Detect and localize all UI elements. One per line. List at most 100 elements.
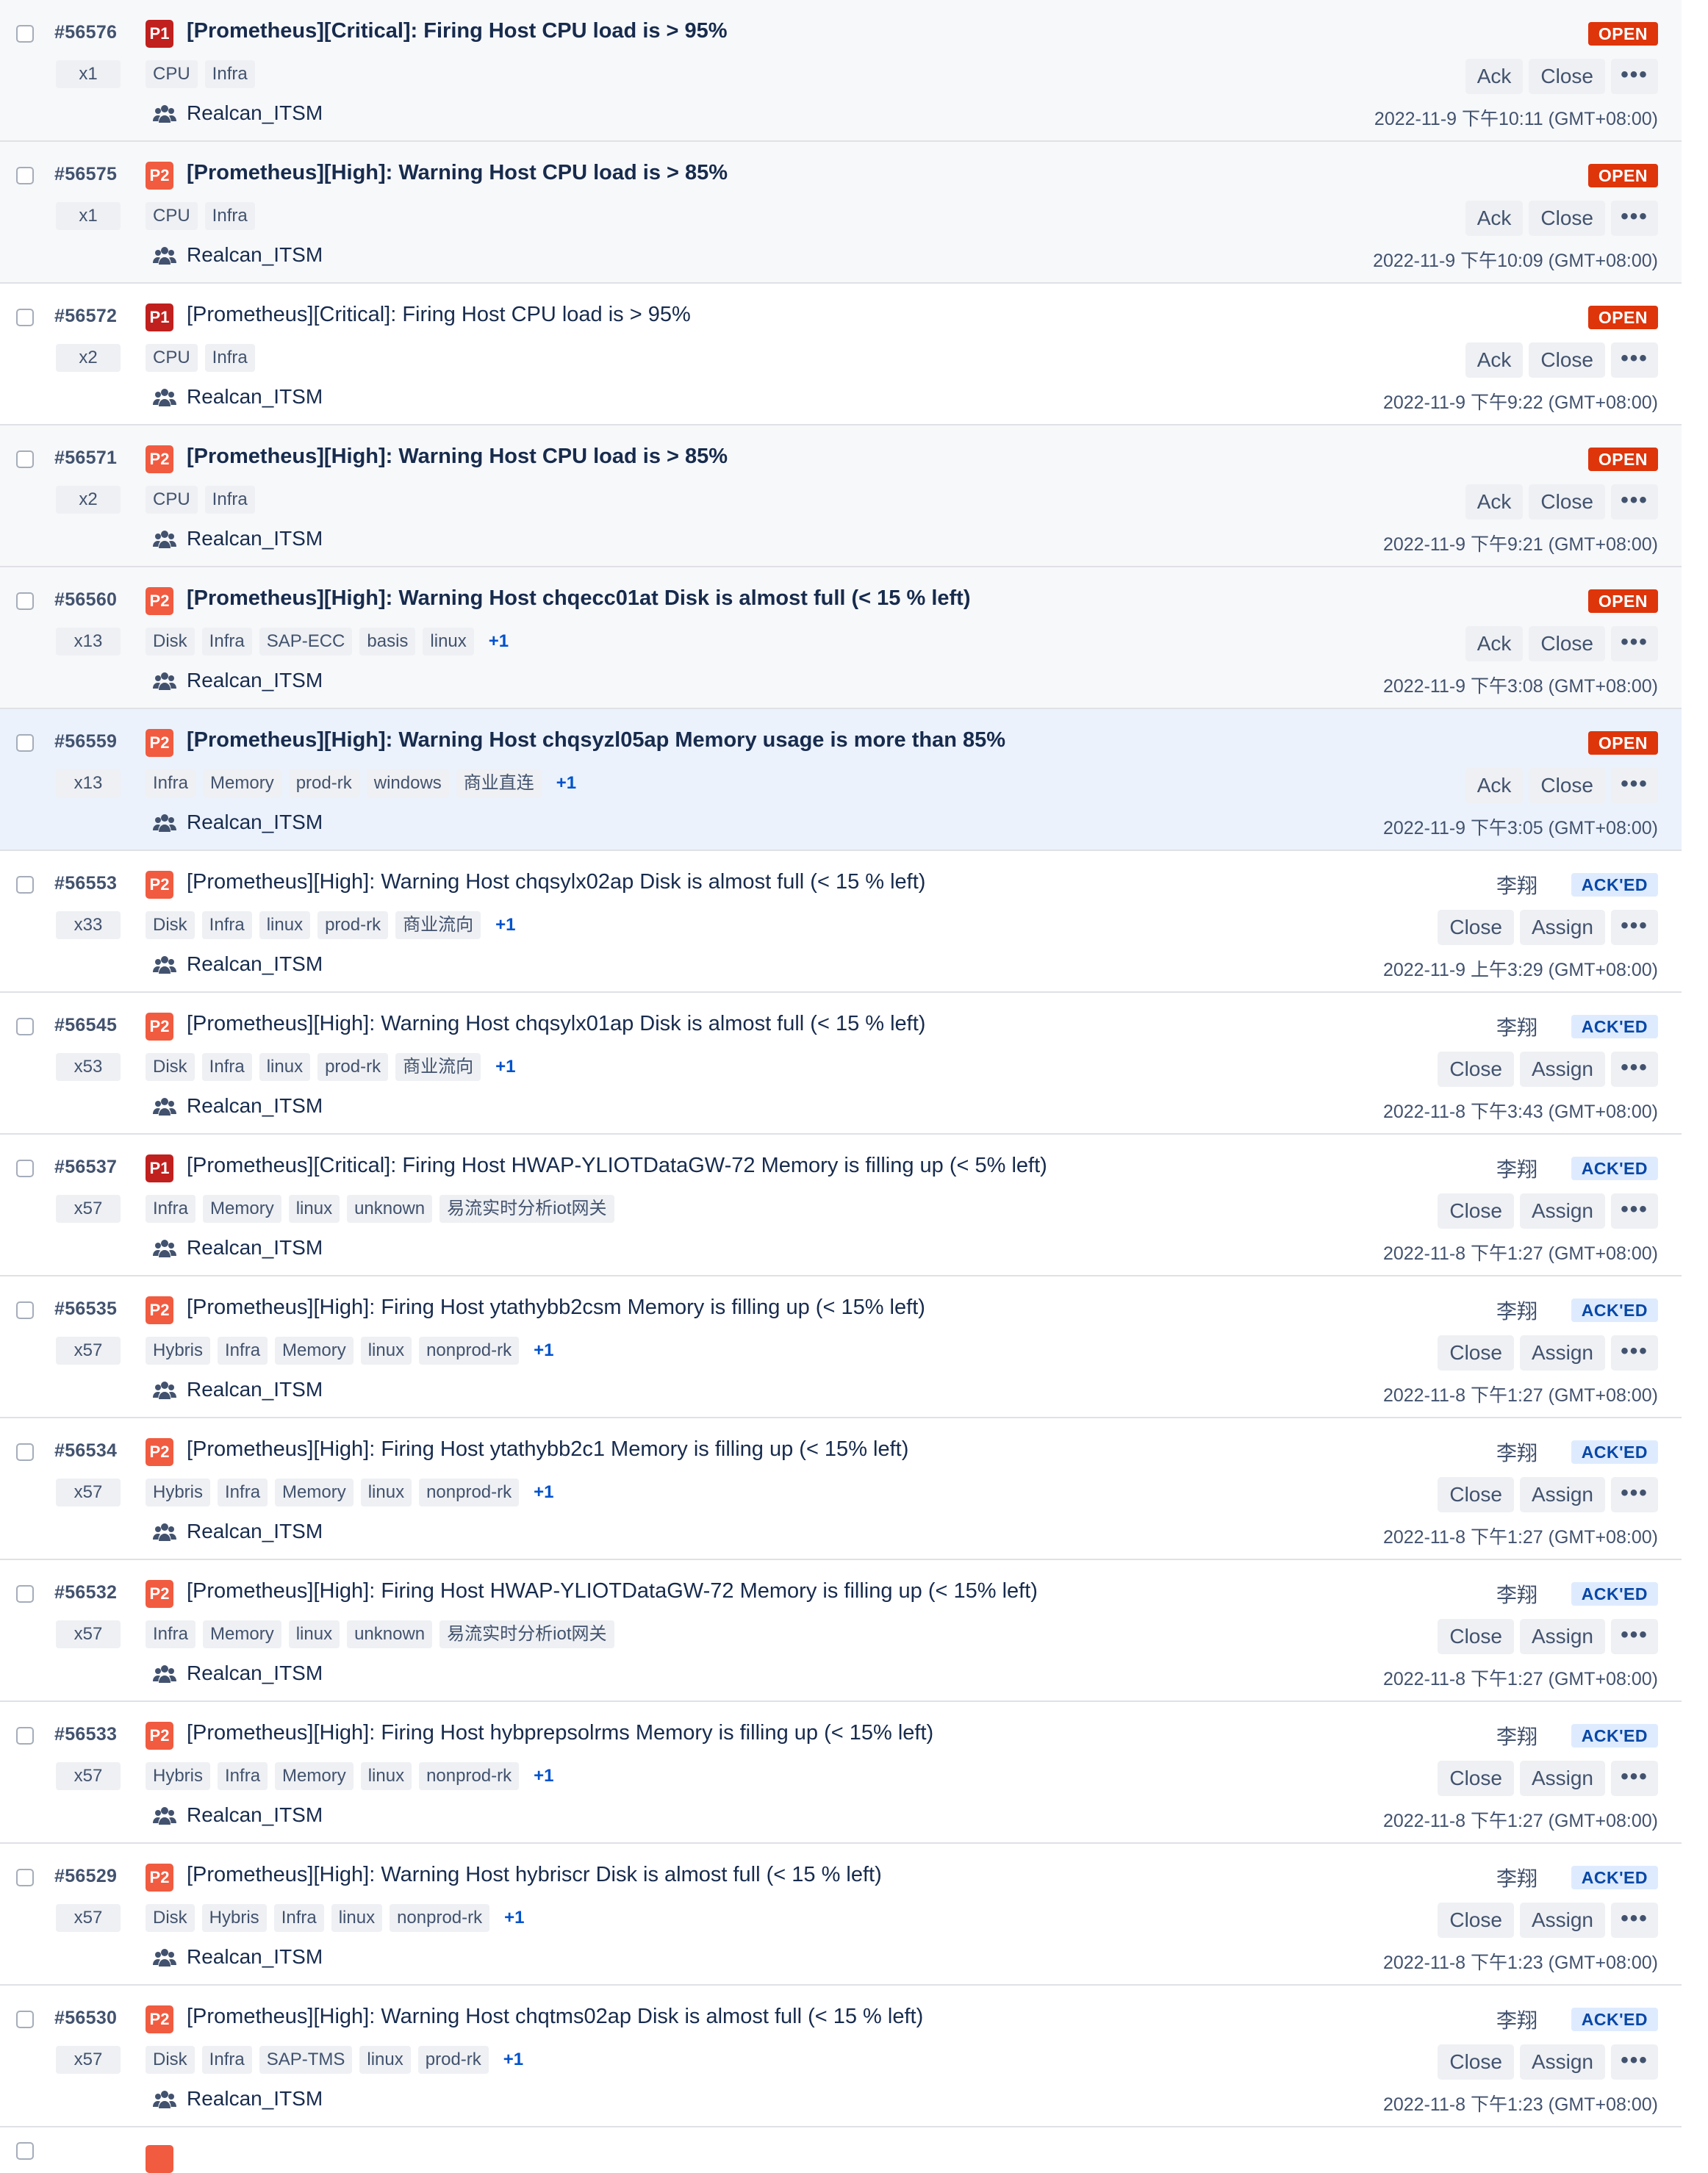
close-button[interactable]: Close [1529,59,1605,94]
incident-row[interactable]: #56571 x2 P2 [Prometheus][High]: Warning… [0,425,1682,567]
incident-title[interactable]: [Prometheus][Critical]: Firing Host CPU … [187,303,691,327]
assign-button[interactable]: Assign [1519,1052,1605,1087]
tag[interactable]: Infra [273,1904,324,1932]
incident-title[interactable]: [Prometheus][High]: Warning Host chqtms0… [187,2005,923,2029]
close-button[interactable]: Close [1438,2044,1514,2080]
ack-button[interactable]: Ack [1465,59,1524,94]
tag[interactable]: Infra [218,1479,268,1506]
tag[interactable]: Hybris [146,1479,211,1506]
tag[interactable]: Infra [218,1337,268,1365]
more-horizontal-icon[interactable]: ••• [1611,2044,1658,2080]
ack-button[interactable]: Ack [1465,768,1524,803]
tag[interactable]: Memory [203,1620,281,1648]
tag[interactable]: SAP-ECC [259,628,353,656]
tag[interactable]: Infra [218,1762,268,1790]
ack-button[interactable]: Ack [1465,342,1524,378]
incident-id[interactable]: #56560 [54,589,117,611]
incident-id[interactable]: #56532 [54,1582,117,1603]
close-button[interactable]: Close [1438,1193,1514,1229]
tag[interactable]: Memory [203,769,281,797]
tag[interactable]: Memory [275,1337,354,1365]
tag[interactable]: nonprod-rk [419,1479,520,1506]
close-button[interactable]: Close [1438,1761,1514,1796]
tag[interactable]: 商业流向 [395,911,481,939]
tag[interactable]: CPU [146,344,198,372]
close-button[interactable]: Close [1438,1903,1514,1938]
incident-title[interactable]: [Prometheus][High]: Warning Host chqsylx… [187,870,925,894]
checkbox-icon[interactable] [16,1727,34,1745]
tag[interactable]: SAP-TMS [259,2046,353,2074]
incident-row[interactable]: #56576 x1 P1 [Prometheus][Critical]: Fir… [0,0,1682,142]
more-horizontal-icon[interactable]: ••• [1611,1761,1658,1796]
checkbox-icon[interactable] [16,450,34,468]
more-tags-link[interactable]: +1 [526,1340,553,1361]
incident-row[interactable]: #56553 x33 P2 [Prometheus][High]: Warnin… [0,851,1682,993]
checkbox-icon[interactable] [16,1301,34,1319]
more-tags-link[interactable]: +1 [488,915,515,935]
incident-title[interactable]: [Prometheus][High]: Firing Host hybpreps… [187,1721,933,1745]
tag[interactable]: linux [331,1904,383,1932]
more-horizontal-icon[interactable]: ••• [1611,1193,1658,1229]
incident-id[interactable]: #56576 [54,22,117,43]
checkbox-icon[interactable] [16,1160,34,1177]
assign-button[interactable]: Assign [1519,1619,1605,1654]
incident-title[interactable]: [Prometheus][High]: Warning Host CPU loa… [187,445,728,469]
tag[interactable]: Hybris [201,1904,267,1932]
assign-button[interactable]: Assign [1519,2044,1605,2080]
incident-id[interactable]: #56533 [54,1724,117,1745]
more-horizontal-icon[interactable]: ••• [1611,910,1658,945]
tag[interactable]: Disk [146,911,195,939]
checkbox-icon[interactable] [16,167,34,184]
tag[interactable]: prod-rk [317,1053,389,1081]
more-tags-link[interactable]: +1 [488,1057,515,1077]
tag[interactable]: linux [360,1762,412,1790]
tag[interactable]: nonprod-rk [419,1337,520,1365]
more-horizontal-icon[interactable]: ••• [1611,768,1658,803]
more-tags-link[interactable]: +1 [496,2050,523,2070]
assign-button[interactable]: Assign [1519,1193,1605,1229]
incident-title[interactable]: [Prometheus][Critical]: Firing Host HWAP… [187,1154,1047,1178]
tag[interactable]: Disk [146,2046,195,2074]
checkbox-icon[interactable] [16,876,34,894]
tag[interactable]: linux [359,2046,411,2074]
incident-title[interactable]: [Prometheus][High]: Firing Host ytathybb… [187,1296,925,1320]
tag[interactable]: windows [366,769,449,797]
more-horizontal-icon[interactable]: ••• [1611,59,1658,94]
ack-button[interactable]: Ack [1465,484,1524,520]
incident-title[interactable]: [Prometheus][High]: Warning Host hybrisc… [187,1863,882,1887]
tag[interactable]: 商业流向 [395,1053,481,1081]
tag[interactable]: Infra [204,60,255,88]
tag[interactable]: Memory [275,1479,354,1506]
tag[interactable]: 易流实时分析iot网关 [439,1195,614,1223]
close-button[interactable]: Close [1438,1335,1514,1371]
more-tags-link[interactable]: +1 [526,1766,553,1786]
more-horizontal-icon[interactable]: ••• [1611,484,1658,520]
tag[interactable]: prod-rk [288,769,359,797]
tag[interactable]: linux [259,911,311,939]
tag[interactable]: 易流实时分析iot网关 [439,1620,614,1648]
incident-id[interactable]: #56537 [54,1157,117,1178]
assign-button[interactable]: Assign [1519,1761,1605,1796]
tag[interactable]: Infra [146,1620,196,1648]
tag[interactable]: Hybris [146,1337,211,1365]
incident-title[interactable]: [Prometheus][High]: Warning Host CPU loa… [187,161,728,185]
incident-title[interactable]: [Prometheus][High]: Firing Host HWAP-YLI… [187,1579,1038,1603]
assign-button[interactable]: Assign [1519,1335,1605,1371]
more-tags-link[interactable]: +1 [526,1482,553,1503]
incident-title[interactable]: [Prometheus][High]: Firing Host ytathybb… [187,1437,908,1462]
tag[interactable]: unknown [347,1620,433,1648]
more-horizontal-icon[interactable]: ••• [1611,1619,1658,1654]
close-button[interactable]: Close [1529,484,1605,520]
checkbox-icon[interactable] [16,1869,34,1886]
more-tags-link[interactable]: +1 [549,773,576,794]
tag[interactable]: Infra [204,486,255,514]
tag[interactable]: Disk [146,1904,195,1932]
tag[interactable]: CPU [146,60,198,88]
checkbox-icon[interactable] [16,309,34,326]
assign-button[interactable]: Assign [1519,910,1605,945]
incident-row[interactable]: #56533 x57 P2 [Prometheus][High]: Firing… [0,1702,1682,1844]
tag[interactable]: CPU [146,202,198,230]
tag[interactable]: Infra [201,1053,252,1081]
incident-row[interactable]: #56532 x57 P2 [Prometheus][High]: Firing… [0,1560,1682,1702]
more-horizontal-icon[interactable]: ••• [1611,1477,1658,1512]
